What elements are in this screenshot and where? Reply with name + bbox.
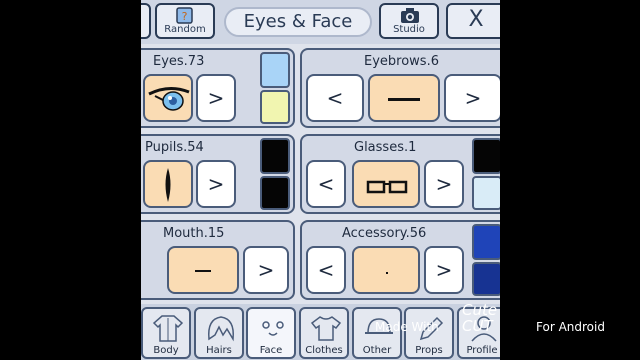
eyes-next-button[interactable]: >: [196, 74, 236, 122]
glasses-color-top[interactable]: [472, 138, 500, 174]
tab-profile-label: Profile: [466, 345, 498, 356]
close-icon: X: [468, 7, 484, 32]
tshirt-icon: [310, 316, 342, 341]
watermark-platform: For Android: [536, 320, 605, 334]
accessory-color-top[interactable]: [472, 224, 500, 260]
eyebrow-icon: [388, 98, 420, 101]
studio-label: Studio: [393, 24, 425, 35]
bottom-tab-bar: Body Hairs Face Clothes Other Props Prof…: [141, 304, 500, 360]
eyes-label: Eyes.73: [153, 54, 205, 69]
eyebrows-label: Eyebrows.6: [364, 54, 439, 69]
eyes-preview[interactable]: [143, 74, 193, 122]
pupils-color-bottom[interactable]: [260, 176, 290, 210]
eyes-color-bottom[interactable]: [260, 90, 290, 124]
camera-icon: [401, 8, 419, 23]
tab-clothes[interactable]: Clothes: [299, 307, 349, 359]
glasses-panel: Glasses.1 < >: [300, 134, 500, 214]
eyebrows-panel: Eyebrows.6 < >: [300, 48, 500, 128]
game-screen: ? Random Eyes & Face Studio X Eyes.73 > …: [141, 0, 500, 360]
watermark-brand: Cute CUT: [462, 301, 498, 335]
shirt-icon: [152, 315, 184, 342]
face-icon: [262, 321, 284, 336]
pupils-next-button[interactable]: >: [196, 160, 236, 208]
glasses-icon: [366, 180, 408, 194]
tab-clothes-label: Clothes: [305, 345, 343, 356]
glasses-color-bottom[interactable]: [472, 176, 500, 210]
tab-hairs-label: Hairs: [206, 345, 232, 356]
hair-icon: [208, 316, 234, 342]
random-button[interactable]: ? Random: [155, 3, 215, 39]
watermark-made-with: Made With: [375, 320, 439, 334]
page-title: Eyes & Face: [224, 7, 372, 37]
eyebrows-next-button[interactable]: >: [444, 74, 500, 122]
mouth-preview[interactable]: [167, 246, 239, 294]
dice-icon: ?: [176, 7, 193, 24]
tab-hairs[interactable]: Hairs: [194, 307, 244, 359]
mouth-next-button[interactable]: >: [243, 246, 289, 294]
eyes-color-top[interactable]: [260, 52, 290, 88]
tab-body[interactable]: Body: [141, 307, 191, 359]
accessory-icon: [386, 272, 388, 274]
glasses-next-button[interactable]: >: [424, 160, 464, 208]
accessory-preview[interactable]: [352, 246, 420, 294]
studio-button[interactable]: Studio: [379, 3, 439, 39]
accessory-panel: Accessory.56 < >: [300, 220, 500, 300]
mouth-panel: Mouth.15 >: [141, 220, 295, 300]
eyes-panel: Eyes.73 >: [141, 48, 295, 128]
top-bar: ? Random Eyes & Face Studio X: [141, 0, 500, 44]
svg-text:?: ?: [182, 10, 188, 23]
eyebrows-prev-button[interactable]: <: [306, 74, 364, 122]
tab-other-label: Other: [362, 345, 392, 356]
back-button[interactable]: [141, 3, 151, 39]
eye-icon: [148, 87, 190, 111]
pupil-icon: [165, 168, 171, 202]
pupils-color-top[interactable]: [260, 138, 290, 174]
pupils-label: Pupils.54: [145, 140, 204, 155]
pupils-panel: Pupils.54 >: [141, 134, 295, 214]
tab-face-label: Face: [259, 345, 283, 356]
close-button[interactable]: X: [446, 3, 500, 39]
tab-face[interactable]: Face: [246, 307, 296, 359]
tab-body-label: Body: [153, 345, 179, 356]
pupils-preview[interactable]: [143, 160, 193, 208]
glasses-prev-button[interactable]: <: [306, 160, 346, 208]
mouth-label: Mouth.15: [163, 226, 225, 241]
random-label: Random: [164, 24, 206, 35]
glasses-label: Glasses.1: [354, 140, 417, 155]
glasses-preview[interactable]: [352, 160, 420, 208]
tab-props-label: Props: [415, 345, 443, 356]
accessory-next-button[interactable]: >: [424, 246, 464, 294]
accessory-label: Accessory.56: [342, 226, 427, 241]
mouth-icon: [195, 270, 211, 272]
accessory-prev-button[interactable]: <: [306, 246, 346, 294]
eyebrows-preview[interactable]: [368, 74, 440, 122]
accessory-color-bottom[interactable]: [472, 262, 500, 296]
